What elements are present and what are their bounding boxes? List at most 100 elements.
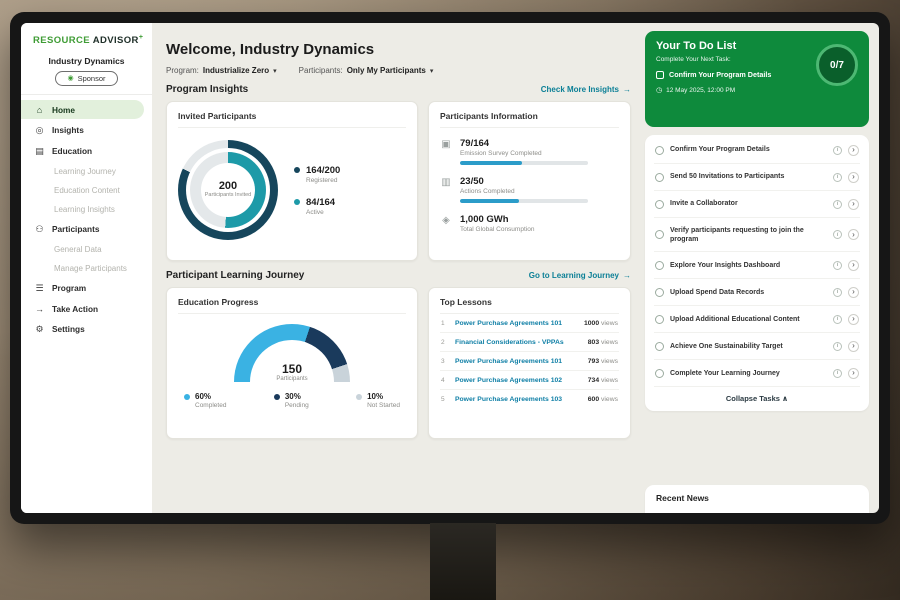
invited-donut-chart: 200 Participants Invited [178,140,278,240]
program-icon: ☰ [34,283,45,294]
card-title: Education Progress [178,297,406,314]
chevron-right-icon[interactable]: › [848,229,859,240]
sidebar-item-settings[interactable]: ⚙Settings [21,319,144,339]
participants-filter[interactable]: Participants: Only My Participants ▾ [299,66,434,75]
sidebar-item-label: Learning Journey [54,167,116,176]
sidebar-item-insights[interactable]: ◎Insights [21,120,144,140]
lesson-rank: 5 [441,396,448,403]
lesson-views: 734 views [588,377,618,384]
chevron-right-icon[interactable]: › [848,199,859,210]
legend-dot [294,167,300,173]
task-row: Achieve One Sustainability Target i › [654,333,860,360]
task-label: Confirm Your Program Details [670,145,827,154]
lesson-link[interactable]: Financial Considerations - VPPAs [455,339,581,346]
task-checkbox[interactable] [655,288,664,297]
todo-progress-value: 0/7 [830,60,844,71]
sidebar-item-label: Home [52,105,75,115]
todo-panel: Your To Do List Complete Your Next Task:… [645,23,879,513]
task-checkbox[interactable] [655,261,664,270]
task-row: Upload Additional Educational Contenti› [654,306,860,333]
go-to-learning-journey-link[interactable]: Go to Learning Journey → [529,271,631,280]
sidebar-item-label: Insights [52,125,84,135]
lesson-views: 1000 views [584,320,618,327]
sidebar-item-learning-insights[interactable]: Learning Insights [21,200,144,218]
chevron-right-icon[interactable]: › [848,341,859,352]
donut-legend: 164/200 Registered 84/164 Active [294,165,340,216]
chevron-down-icon: ▾ [273,67,277,75]
sidebar-item-take-action[interactable]: →Take Action [21,299,144,318]
participants-info-stat: ◈1,000 GWhTotal Global Consumption [440,214,619,233]
collapse-tasks-link[interactable]: Collapse Tasks ∧ [654,387,860,407]
filters-row: Program: Industrialize Zero ▾ Participan… [166,66,631,75]
task-checkbox[interactable] [655,369,664,378]
sidebar-item-education-content[interactable]: Education Content [21,181,144,199]
task-row: Invite a Collaboratori› [654,191,860,218]
info-icon: i [833,315,842,324]
sidebar: RESOURCE ADVISOR+ Industry Dynamics ◉ Sp… [21,23,152,513]
progress-bar-fill [460,161,522,165]
sidebar-item-education[interactable]: ▤Education [21,141,144,161]
chevron-right-icon[interactable]: › [848,260,859,271]
education-progress-card: Education Progress 150 Participants 60%C… [166,287,418,439]
legend-registered: 164/200 Registered [294,165,340,184]
sidebar-item-learning-journey[interactable]: Learning Journey [21,162,144,180]
chevron-right-icon[interactable]: › [848,145,859,156]
lesson-link[interactable]: Power Purchase Agreements 103 [455,396,581,403]
info-icon: i [833,342,842,351]
arrow-right-icon: → [623,271,631,280]
chevron-right-icon[interactable]: › [848,172,859,183]
legend-dot [184,394,190,400]
consumption-icon: ◈ [440,214,452,233]
check-more-insights-link[interactable]: Check More Insights → [541,85,631,94]
registered-label: Registered [306,177,340,184]
sidebar-item-program[interactable]: ☰Program [21,278,144,298]
gauge-center-label: 150 Participants [234,362,350,382]
program-filter[interactable]: Program: Industrialize Zero ▾ [166,66,277,75]
info-icon: i [833,173,842,182]
task-checkbox[interactable] [655,230,664,239]
gauge-legend: 60%Completed30%Pending10%Not Started [178,382,406,409]
sidebar-item-label: Settings [52,324,85,334]
sidebar-item-label: Take Action [52,304,98,314]
sidebar-item-manage-participants[interactable]: Manage Participants [21,259,144,277]
lesson-link[interactable]: Power Purchase Agreements 102 [455,377,581,384]
info-icon: i [833,200,842,209]
task-label: Achieve One Sustainability Target [670,342,827,351]
chevron-right-icon[interactable]: › [848,368,859,379]
legend-label: Pending [285,402,309,409]
task-checkbox[interactable] [655,342,664,351]
lesson-link[interactable]: Power Purchase Agreements 101 [455,358,581,365]
monitor-frame: RESOURCE ADVISOR+ Industry Dynamics ◉ Sp… [10,12,890,524]
checkbox-icon[interactable] [656,71,664,79]
lesson-rank: 3 [441,358,448,365]
lesson-rank: 1 [441,320,448,327]
sidebar-item-label: Learning Insights [54,205,115,214]
sidebar-item-participants[interactable]: ⚇Participants [21,219,144,239]
views-unit: views [601,339,618,346]
chevron-down-icon: ▾ [430,67,434,75]
lesson-link[interactable]: Power Purchase Agreements 101 [455,320,577,327]
task-list: Confirm Your Program Detailsi›Send 50 In… [654,137,860,387]
sponsor-badge[interactable]: ◉ Sponsor [55,71,117,86]
legend-dot [294,199,300,205]
lesson-rank: 4 [441,377,448,384]
task-checkbox[interactable] [655,315,664,324]
collapse-label: Collapse Tasks [726,394,780,403]
todo-next-task-label: Confirm Your Program Details [669,70,771,79]
chevron-right-icon[interactable]: › [848,287,859,298]
participants-icon: ⚇ [34,224,45,235]
insights-cards-row: Invited Participants 200 Participants In… [166,101,631,261]
card-title: Invited Participants [178,111,406,128]
task-checkbox[interactable] [655,200,664,209]
recent-news-header[interactable]: Recent News [645,485,869,513]
registered-value: 164/200 [306,165,340,176]
chevron-right-icon[interactable]: › [848,314,859,325]
sidebar-item-general-data[interactable]: General Data [21,240,144,258]
todo-next-task[interactable]: Confirm Your Program Details [656,70,806,79]
sidebar-item-label: Education Content [54,186,120,195]
task-checkbox[interactable] [655,146,664,155]
sidebar-item-home[interactable]: ⌂Home [21,100,144,119]
task-checkbox[interactable] [655,173,664,182]
stat-value: 1,000 GWh [460,214,534,225]
todo-due-date: ◷ 12 May 2025, 12:00 PM [656,86,858,94]
